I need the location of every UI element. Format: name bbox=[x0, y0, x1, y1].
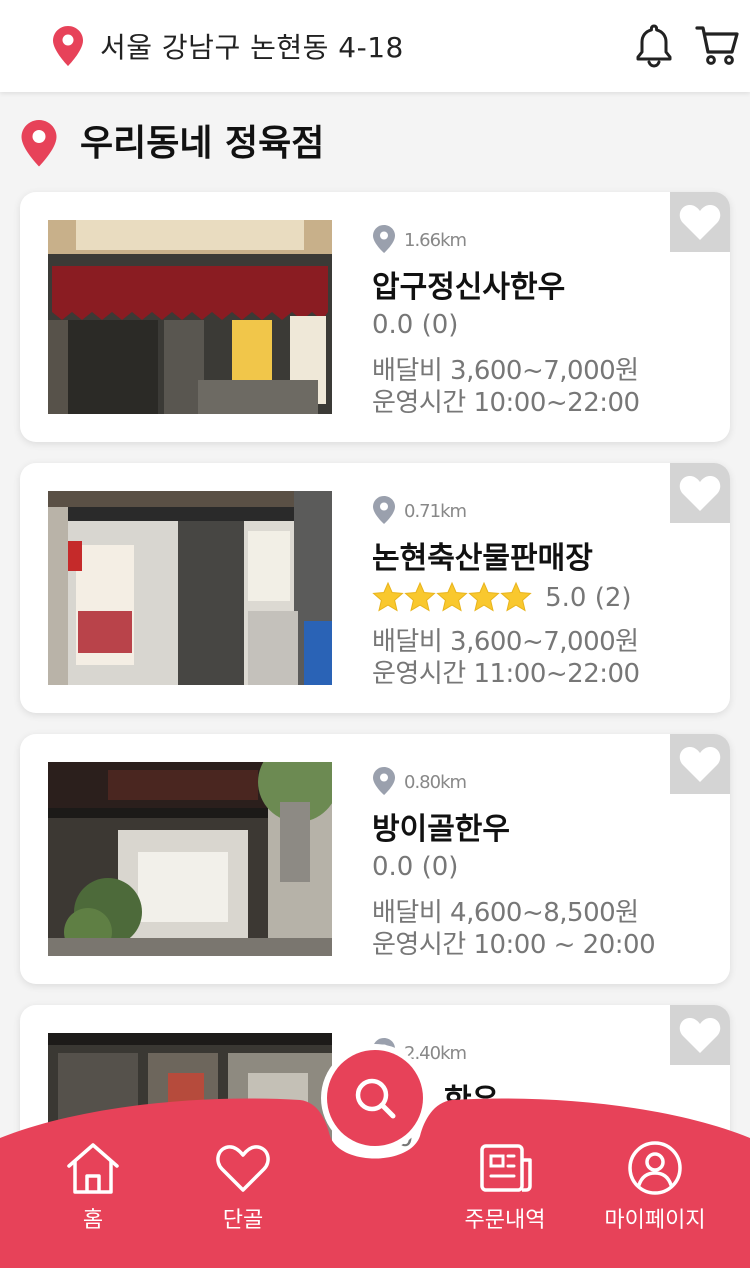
shop-card[interactable]: 0.80km 방이골한우 0.0 (0) 배달비 4,600~8,500원 운영… bbox=[20, 734, 730, 984]
shop-name[interactable]: 압구정신사한우 bbox=[372, 262, 565, 306]
shop-distance: 2.40km bbox=[404, 1043, 467, 1064]
favorite-button[interactable] bbox=[670, 1005, 730, 1065]
operating-hours: 운영시간 10:00~22:00 bbox=[372, 388, 640, 418]
star-icon bbox=[500, 581, 532, 612]
star-icon bbox=[436, 581, 468, 612]
operating-hours: 운영시간 10:00 ~ 20:00 bbox=[372, 930, 656, 960]
heart-icon bbox=[679, 1017, 721, 1053]
star-rating-icons bbox=[372, 581, 532, 612]
location-pin-icon bbox=[373, 496, 395, 524]
shop-name[interactable]: 방이골한우 bbox=[372, 804, 510, 848]
top-bar: 서울 강남구 논현동 4-18 bbox=[0, 0, 750, 92]
rating-row: 0.0 (0) bbox=[372, 310, 458, 346]
shop-distance: 0.80km bbox=[404, 772, 467, 793]
rating-row: 5.0 (2) bbox=[372, 581, 632, 617]
favorite-button[interactable] bbox=[670, 734, 730, 794]
shop-card[interactable]: 0.71km 논현축산물판매장 5.0 (2) 배달비 3,600~7,000원… bbox=[20, 463, 730, 713]
rating-row: 0.0 (0) bbox=[372, 852, 458, 888]
bell-icon[interactable] bbox=[632, 22, 676, 68]
favorite-button[interactable] bbox=[670, 192, 730, 252]
star-icon bbox=[404, 581, 436, 612]
star-icon bbox=[372, 581, 404, 612]
location-pin-icon[interactable] bbox=[50, 24, 86, 68]
shop-distance: 0.71km bbox=[404, 501, 467, 522]
nav-mypage-label: 마이페이지 bbox=[604, 1208, 706, 1233]
nav-mypage[interactable]: 마이페이지 bbox=[580, 1140, 730, 1234]
section-title: 우리동네 정육점 bbox=[80, 123, 325, 164]
nav-home-label: 홈 bbox=[82, 1208, 104, 1233]
nav-favorites[interactable]: 단골 bbox=[168, 1140, 318, 1234]
heart-icon bbox=[679, 475, 721, 511]
location-pin-icon bbox=[373, 767, 395, 795]
user-profile-icon bbox=[628, 1141, 682, 1195]
rating-value: 0.0 (0) bbox=[372, 852, 459, 882]
current-address[interactable]: 서울 강남구 논현동 4-18 bbox=[100, 26, 404, 66]
rating-value: 5.0 (2) bbox=[545, 583, 632, 613]
order-list-icon bbox=[480, 1144, 532, 1192]
search-icon bbox=[355, 1078, 396, 1119]
search-button[interactable] bbox=[327, 1050, 423, 1146]
home-icon bbox=[67, 1143, 119, 1194]
location-pin-icon bbox=[21, 120, 57, 167]
location-pin-icon bbox=[373, 225, 395, 253]
shop-distance: 1.66km bbox=[404, 230, 467, 251]
shop-card[interactable]: 1.66km 압구정신사한우 0.0 (0) 배달비 3,600~7,000원 … bbox=[20, 192, 730, 442]
shop-photo[interactable] bbox=[48, 762, 332, 956]
nav-home[interactable]: 홈 bbox=[18, 1140, 168, 1234]
heart-icon bbox=[679, 746, 721, 782]
cart-icon[interactable] bbox=[694, 22, 740, 68]
heart-icon bbox=[679, 204, 721, 240]
favorite-button[interactable] bbox=[670, 463, 730, 523]
shop-name[interactable]: 논현축산물판매장 bbox=[372, 533, 593, 577]
operating-hours: 운영시간 11:00~22:00 bbox=[372, 659, 640, 689]
nav-orders-label: 주문내역 bbox=[464, 1208, 546, 1233]
star-icon bbox=[468, 581, 500, 612]
shop-photo[interactable] bbox=[48, 220, 332, 414]
nav-favorites-label: 단골 bbox=[222, 1208, 264, 1233]
heart-icon bbox=[216, 1145, 270, 1192]
rating-value: 0.0 (0) bbox=[372, 310, 459, 340]
nav-orders[interactable]: 주문내역 bbox=[430, 1140, 580, 1234]
shop-photo[interactable] bbox=[48, 491, 332, 685]
